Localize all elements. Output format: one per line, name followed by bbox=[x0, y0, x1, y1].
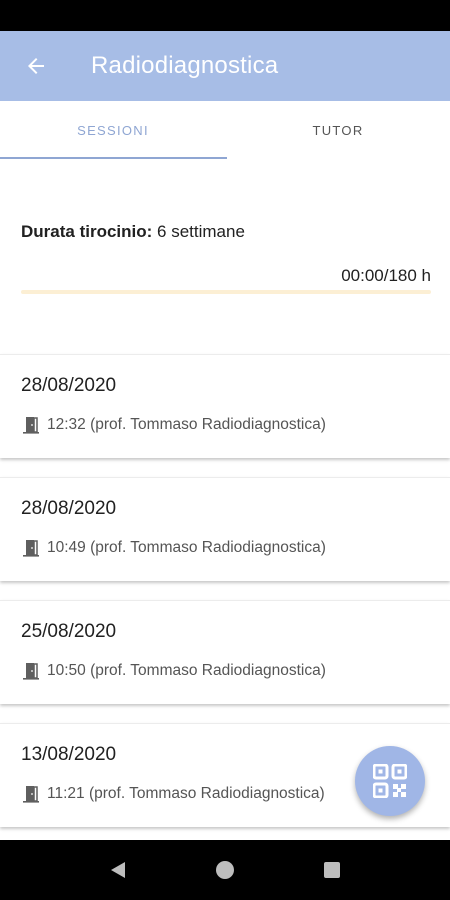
duration-line: Durata tirocinio: 6 settimane bbox=[21, 222, 431, 242]
tab-indicator bbox=[0, 157, 227, 159]
arrow-left-icon bbox=[28, 58, 44, 74]
qr-code-icon bbox=[373, 764, 407, 798]
scan-qr-button[interactable] bbox=[355, 746, 425, 816]
door-enter-icon bbox=[23, 417, 39, 434]
session-detail: 11:21 (prof. Tommaso Radiodiagnostica) bbox=[21, 784, 325, 804]
session-detail: 12:32 (prof. Tommaso Radiodiagnostica) bbox=[21, 415, 326, 435]
door-enter-icon bbox=[23, 786, 39, 803]
session-time-tutor: 11:21 (prof. Tommaso Radiodiagnostica) bbox=[47, 785, 325, 802]
tab-bar: SESSIONI TUTOR bbox=[0, 101, 450, 161]
hours-progress-text: 00:00/180 h bbox=[341, 266, 431, 285]
nav-recents-icon bbox=[324, 862, 340, 878]
duration-value: 6 settimane bbox=[157, 222, 245, 241]
session-card[interactable]: 28/08/2020 12:32 (prof. Tommaso Radiodia… bbox=[0, 354, 450, 458]
session-time-tutor: 10:50 (prof. Tommaso Radiodiagnostica) bbox=[47, 662, 326, 679]
session-card[interactable]: 28/08/2020 10:49 (prof. Tommaso Radiodia… bbox=[0, 477, 450, 581]
nav-back-icon bbox=[111, 862, 125, 878]
hours-progress-bar bbox=[21, 290, 431, 294]
back-button[interactable] bbox=[1, 31, 71, 101]
system-navigation-bar bbox=[0, 840, 450, 900]
session-date: 13/08/2020 bbox=[21, 744, 117, 765]
tab-tutor[interactable]: TUTOR bbox=[226, 101, 450, 161]
internship-summary: Durata tirocinio: 6 settimane 00:00/180 … bbox=[21, 222, 431, 294]
session-detail: 10:49 (prof. Tommaso Radiodiagnostica) bbox=[21, 538, 326, 558]
session-time-tutor: 12:32 (prof. Tommaso Radiodiagnostica) bbox=[47, 416, 326, 433]
app-bar: Radiodiagnostica bbox=[0, 31, 450, 101]
system-recents-button[interactable] bbox=[302, 840, 362, 900]
system-home-button[interactable] bbox=[195, 840, 255, 900]
session-date: 28/08/2020 bbox=[21, 375, 117, 396]
session-date: 28/08/2020 bbox=[21, 498, 117, 519]
door-enter-icon bbox=[23, 663, 39, 680]
tab-sessioni[interactable]: SESSIONI bbox=[0, 101, 226, 161]
session-time-tutor: 10:49 (prof. Tommaso Radiodiagnostica) bbox=[47, 539, 326, 556]
duration-label: Durata tirocinio: bbox=[21, 222, 153, 241]
session-card[interactable]: 25/08/2020 10:50 (prof. Tommaso Radiodia… bbox=[0, 600, 450, 704]
page-title: Radiodiagnostica bbox=[91, 52, 279, 79]
system-back-button[interactable] bbox=[88, 840, 148, 900]
session-detail: 10:50 (prof. Tommaso Radiodiagnostica) bbox=[21, 661, 326, 681]
door-enter-icon bbox=[23, 540, 39, 557]
status-bar bbox=[0, 0, 450, 31]
session-date: 25/08/2020 bbox=[21, 621, 117, 642]
nav-home-icon bbox=[216, 861, 234, 879]
